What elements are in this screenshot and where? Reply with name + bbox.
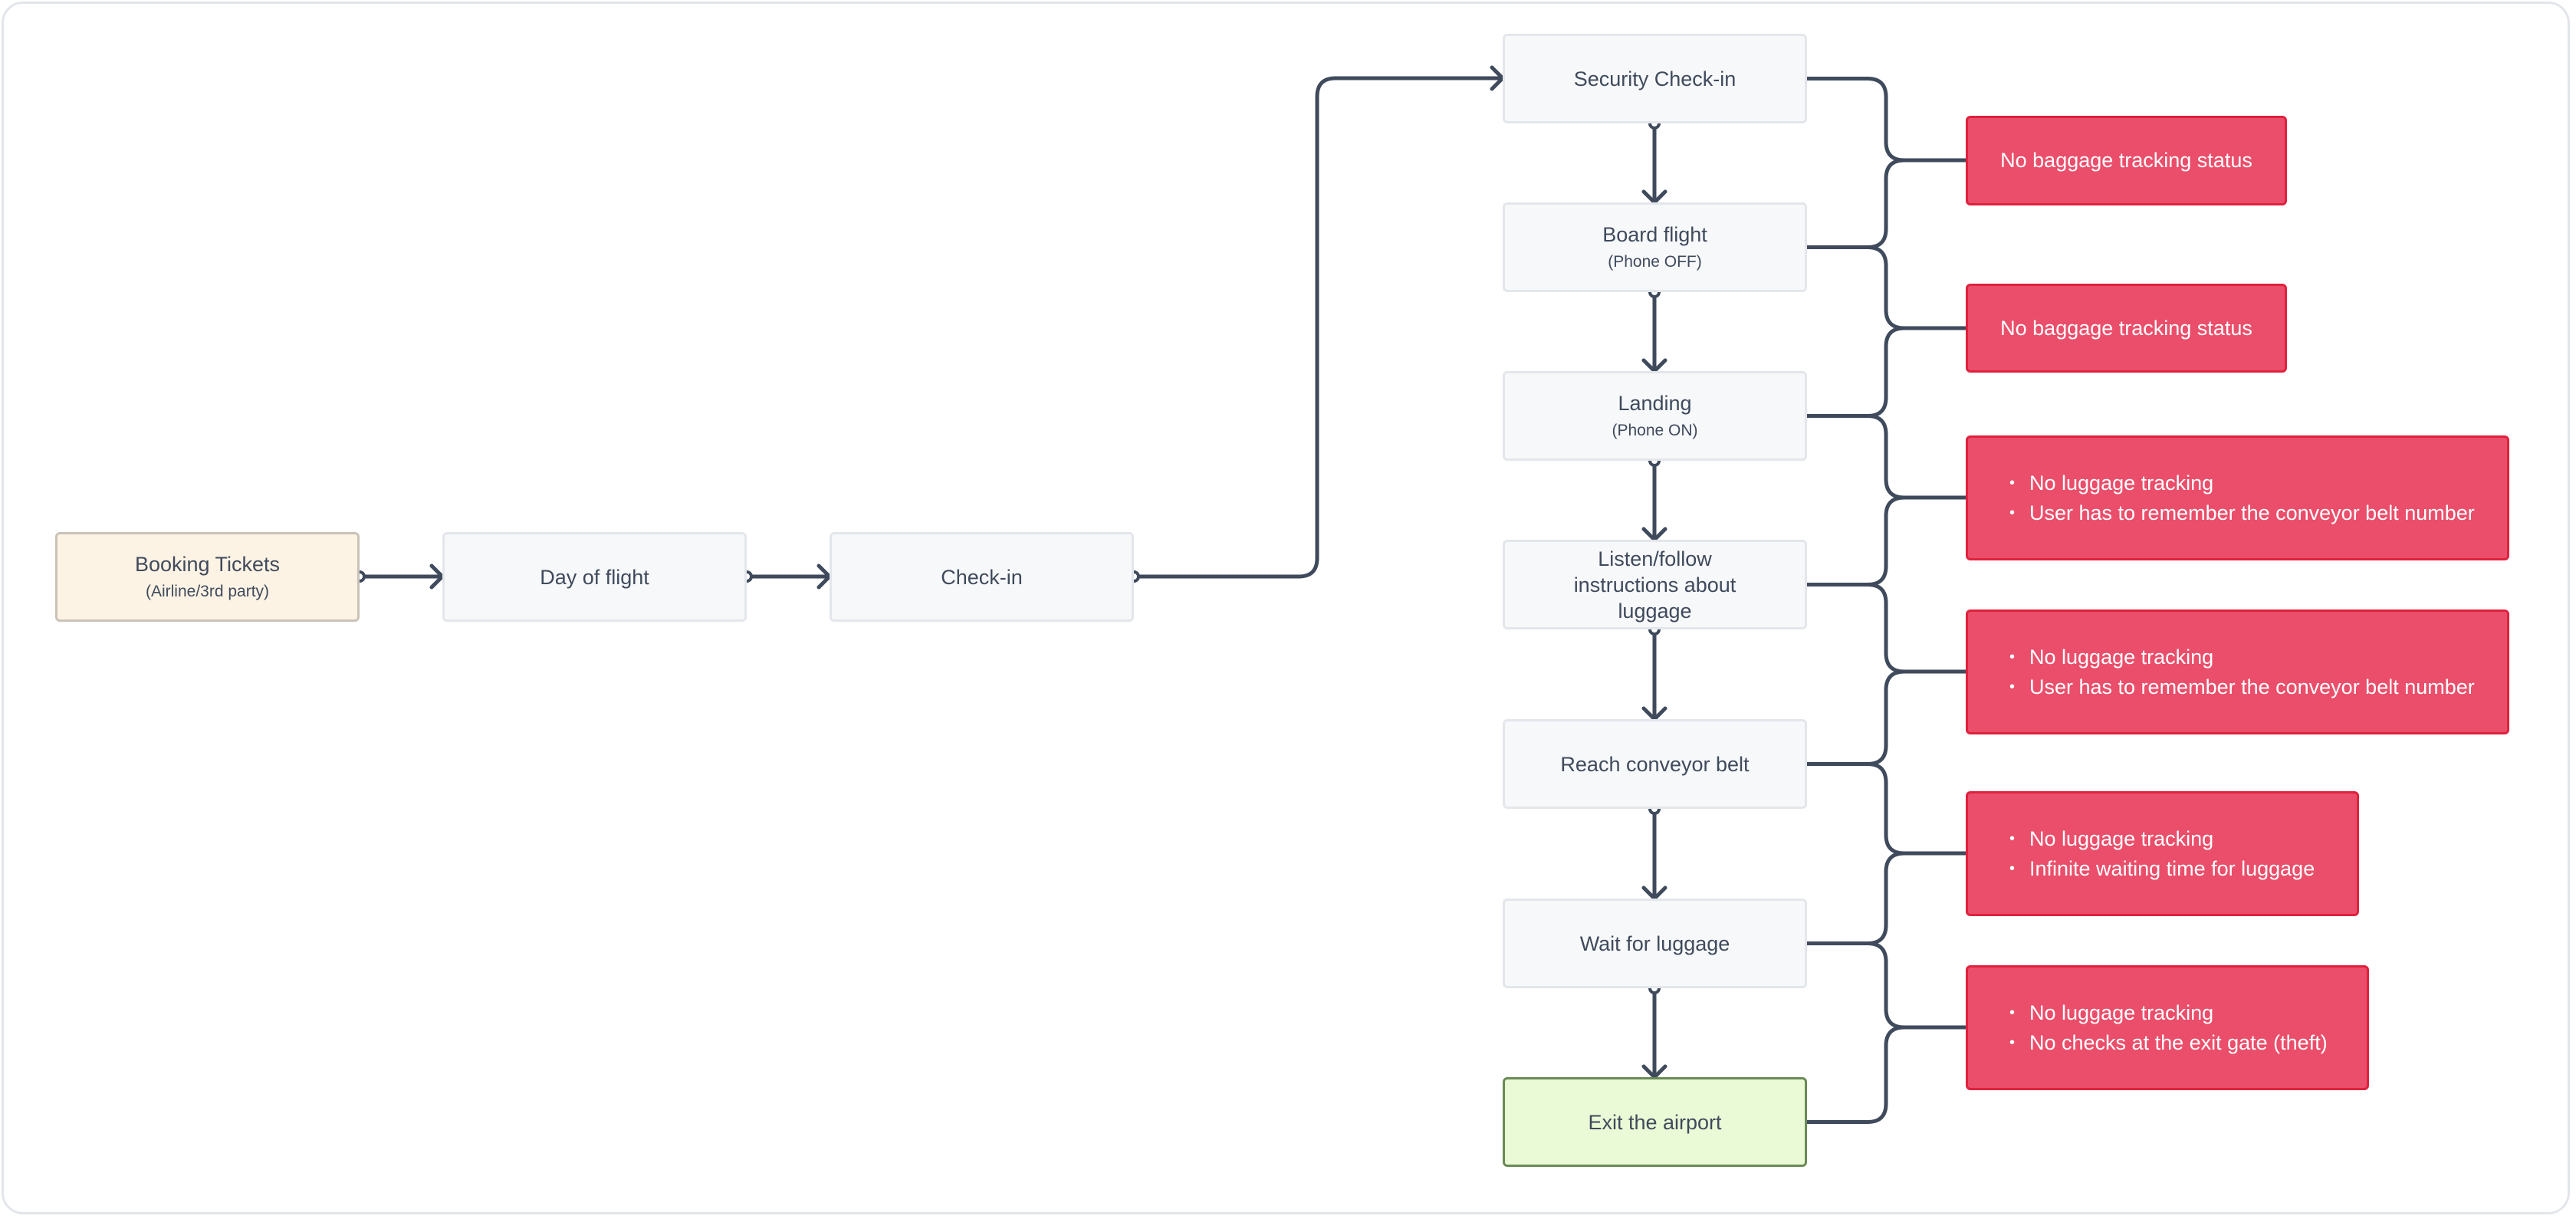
pain-point-bullet: User has to remember the conveyor belt n… bbox=[2009, 672, 2475, 702]
pain-point-text: No baggage tracking status bbox=[2000, 149, 2252, 172]
node-subtitle: (Phone OFF) bbox=[1608, 252, 1702, 271]
node-title: Listen/follow instructions about luggage bbox=[1573, 547, 1737, 623]
node-listen-instructions[interactable]: Listen/follow instructions about luggage bbox=[1503, 540, 1807, 629]
pain-point-list: No luggage tracking User has to remember… bbox=[1968, 642, 2475, 702]
pain-point-2[interactable]: No baggage tracking status bbox=[1966, 284, 2287, 373]
node-title: Security Check-in bbox=[1573, 67, 1737, 90]
pain-point-list: No luggage tracking User has to remember… bbox=[1968, 468, 2475, 528]
node-landing[interactable]: Landing (Phone ON) bbox=[1503, 371, 1807, 461]
node-check-in[interactable]: Check-in bbox=[830, 532, 1134, 622]
pain-point-bullet: No luggage tracking bbox=[2009, 824, 2315, 854]
node-exit-airport[interactable]: Exit the airport bbox=[1503, 1077, 1807, 1167]
node-security-check-in[interactable]: Security Check-in bbox=[1503, 34, 1807, 123]
pain-point-bullet: User has to remember the conveyor belt n… bbox=[2009, 498, 2475, 528]
pain-point-list: No luggage tracking Infinite waiting tim… bbox=[1968, 824, 2315, 884]
node-day-of-flight[interactable]: Day of flight bbox=[442, 532, 747, 622]
pain-point-list: No luggage tracking No checks at the exi… bbox=[1968, 998, 2328, 1058]
node-subtitle: (Phone ON) bbox=[1612, 421, 1698, 439]
node-title: Check-in bbox=[941, 565, 1023, 589]
node-wait-for-luggage[interactable]: Wait for luggage bbox=[1503, 899, 1807, 988]
node-title: Board flight bbox=[1602, 222, 1707, 246]
pain-point-5[interactable]: No luggage tracking Infinite waiting tim… bbox=[1966, 791, 2359, 916]
pain-point-1[interactable]: No baggage tracking status bbox=[1966, 116, 2287, 205]
node-title: Reach conveyor belt bbox=[1560, 752, 1750, 776]
pain-point-3[interactable]: No luggage tracking User has to remember… bbox=[1966, 435, 2509, 560]
node-reach-conveyor-belt[interactable]: Reach conveyor belt bbox=[1503, 719, 1807, 809]
pain-point-bullet: No luggage tracking bbox=[2009, 642, 2475, 672]
pain-point-6[interactable]: No luggage tracking No checks at the exi… bbox=[1966, 965, 2369, 1090]
pain-point-bullet: No checks at the exit gate (theft) bbox=[2009, 1028, 2328, 1058]
node-subtitle: (Airline/3rd party) bbox=[145, 582, 270, 600]
pain-point-text: No baggage tracking status bbox=[2000, 316, 2252, 340]
node-title: Exit the airport bbox=[1588, 1110, 1722, 1134]
node-board-flight[interactable]: Board flight (Phone OFF) bbox=[1503, 202, 1807, 292]
node-title: Wait for luggage bbox=[1579, 932, 1730, 955]
node-title: Booking Tickets bbox=[134, 552, 281, 576]
node-booking-tickets[interactable]: Booking Tickets (Airline/3rd party) bbox=[55, 532, 360, 622]
pain-point-bullet: No luggage tracking bbox=[2009, 998, 2328, 1028]
pain-point-4[interactable]: No luggage tracking User has to remember… bbox=[1966, 610, 2509, 734]
pain-point-bullet: No luggage tracking bbox=[2009, 468, 2475, 498]
node-title: Landing bbox=[1618, 391, 1692, 415]
node-title: Day of flight bbox=[540, 565, 649, 589]
pain-point-bullet: Infinite waiting time for luggage bbox=[2009, 854, 2315, 884]
